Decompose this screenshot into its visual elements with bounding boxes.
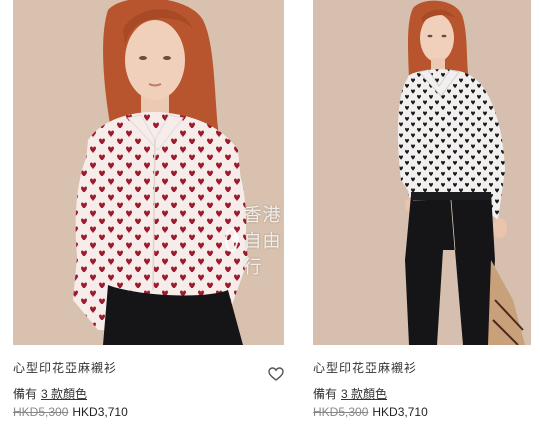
product-photo-1[interactable]: 香港自由行 — [13, 0, 284, 345]
color-options-link-2[interactable]: 3 款顏色 — [341, 387, 387, 401]
product-card-1[interactable]: 香港自由行 心型印花亞麻襯衫 備有 3 款顏色 HKD5,300 HKD3,710 — [13, 0, 284, 421]
product-name-2[interactable]: 心型印花亞麻襯衫 — [313, 359, 531, 377]
original-price-1: HKD5,300 — [13, 405, 69, 419]
watermark-text: 香港自由行 — [243, 205, 282, 278]
favorite-heart-icon[interactable] — [268, 366, 284, 382]
watermark: 香港自由行 — [225, 201, 284, 279]
product-name-1[interactable]: 心型印花亞麻襯衫 — [13, 359, 284, 377]
color-options-link-1[interactable]: 3 款顏色 — [41, 387, 87, 401]
sale-price-1: HKD3,710 — [72, 405, 128, 419]
weibo-icon — [225, 228, 239, 252]
sale-price-2: HKD3,710 — [372, 405, 428, 419]
original-price-2: HKD5,300 — [313, 405, 369, 419]
color-prefix-1: 備有 — [13, 387, 38, 401]
product-card-2[interactable]: 心型印花亞麻襯衫 備有 3 款顏色 HKD5,300 HKD3,710 — [313, 0, 531, 421]
price-2: HKD5,300 HKD3,710 — [313, 403, 531, 421]
color-options-1: 備有 3 款顏色 — [13, 385, 284, 403]
product-photo-2[interactable] — [313, 0, 531, 345]
model-illustration-1 — [73, 0, 248, 345]
color-prefix-2: 備有 — [313, 387, 338, 401]
price-1: HKD5,300 HKD3,710 — [13, 403, 284, 421]
color-options-2: 備有 3 款顏色 — [313, 385, 531, 403]
model-illustration-2 — [397, 0, 525, 345]
